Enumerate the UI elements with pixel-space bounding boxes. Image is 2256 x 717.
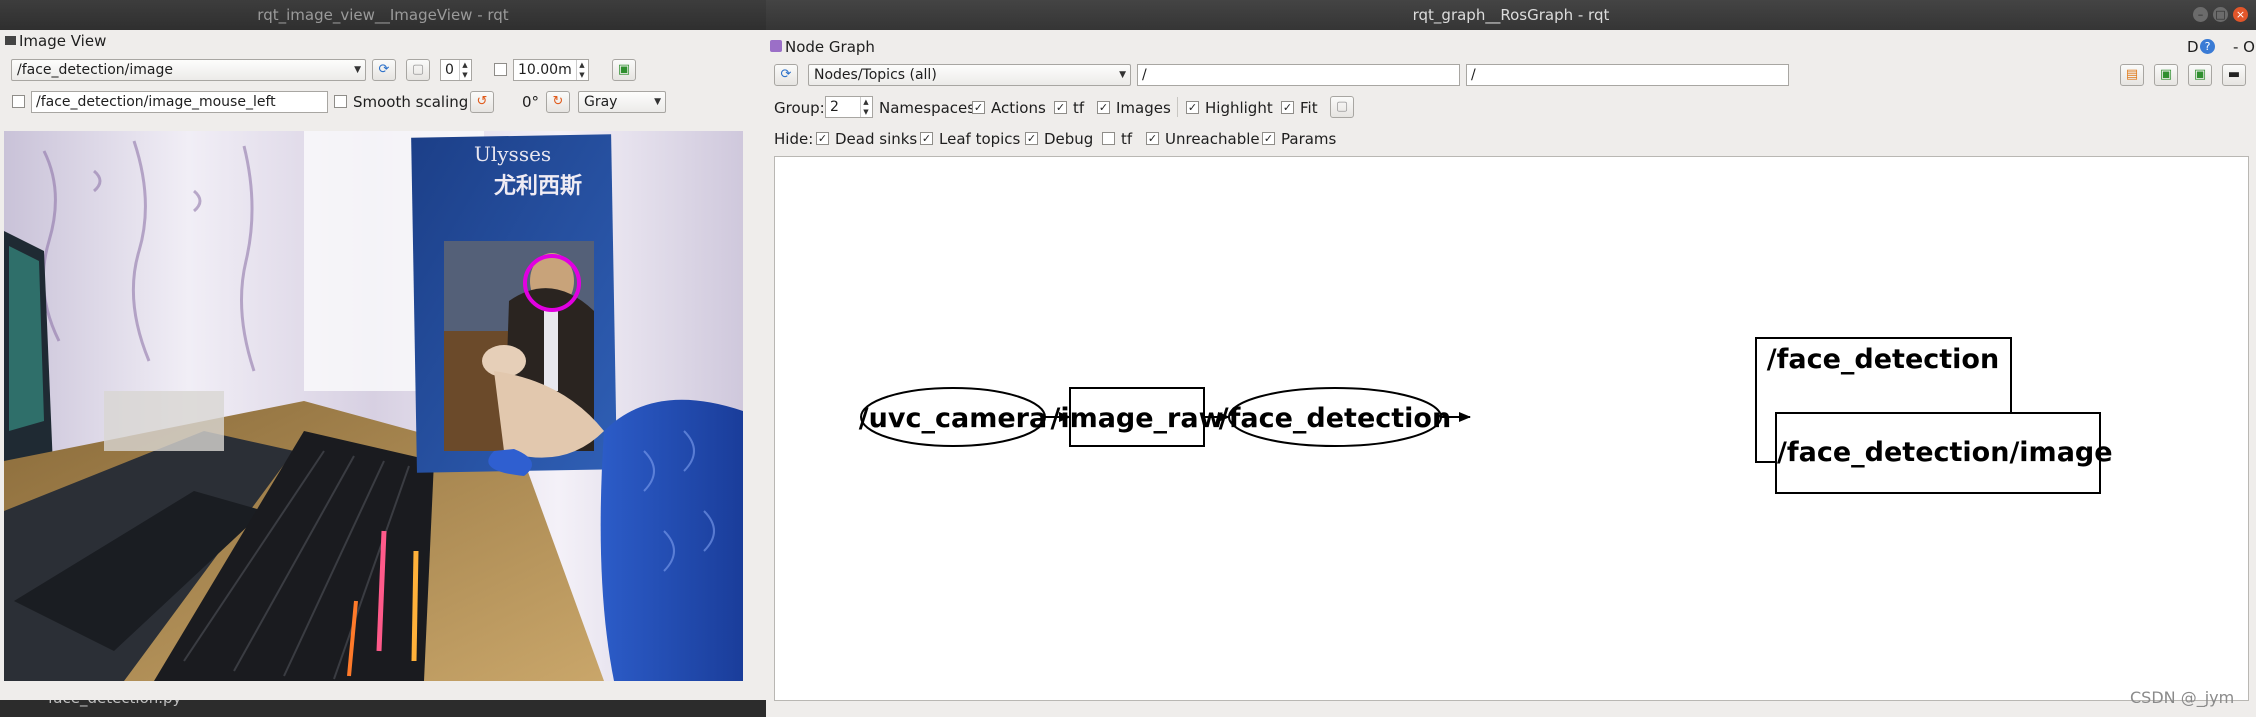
node-uvc-camera-label: /uvc_camera [859, 403, 1047, 434]
group-spinbox[interactable]: 2 ▲ ▼ [825, 96, 873, 118]
rotate-left-button[interactable]: ↺ [470, 91, 494, 113]
camera-image-drawing: Ulysses 尤利西斯 [4, 131, 743, 681]
minimize-window-button[interactable]: – [2193, 7, 2208, 22]
topic-select[interactable]: /face_detection/image ▼ [11, 59, 366, 81]
image-view-window: rqt_image_view__ImageView - rqt Image Vi… [0, 0, 766, 700]
image-view-titlebar[interactable]: rqt_image_view__ImageView - rqt [0, 0, 766, 30]
highlight-checkbox[interactable]: ✓ [1186, 101, 1199, 114]
node-graph-panel-title: Node Graph [785, 38, 875, 56]
hide-tf-label: tf [1121, 130, 1133, 148]
actions-checkbox[interactable]: ✓ [972, 101, 985, 114]
namespace-cluster-label: /face_detection [1767, 344, 1999, 375]
unreachable-checkbox[interactable]: ✓ [1146, 132, 1159, 145]
chevron-down-icon: ▼ [1119, 70, 1126, 80]
leaf-topics-label: Leaf topics [939, 130, 1021, 148]
save-image-button[interactable]: ▣ [612, 59, 636, 81]
spin-arrows-icon: ▲ ▼ [576, 60, 587, 80]
highlight-label: Highlight [1205, 99, 1273, 117]
debug-checkbox[interactable]: ✓ [1025, 132, 1038, 145]
svg-text:尤利西斯: 尤利西斯 [494, 173, 582, 199]
tf-label: tf [1073, 99, 1085, 117]
distance-checkbox[interactable] [494, 63, 507, 76]
smooth-scaling-checkbox[interactable] [334, 95, 347, 108]
distance-spinbox[interactable]: 10.00m ▲ ▼ [513, 59, 589, 81]
node-filter-input[interactable]: / [1137, 64, 1460, 86]
svg-text:Ulysses: Ulysses [474, 142, 551, 166]
refresh-icon: ⟳ [780, 67, 792, 82]
node-graph-icon [770, 40, 782, 52]
save-image-button[interactable]: ▬ [2222, 64, 2246, 86]
save-dot-icon: ▣ [2159, 67, 2173, 82]
graph-type-select[interactable]: Nodes/Topics (all) ▼ [808, 64, 1131, 86]
panel-icon [5, 36, 16, 45]
save-svg-icon: ▣ [2193, 67, 2207, 82]
camera-image[interactable]: Ulysses 尤利西斯 [4, 131, 743, 681]
rotation-label: 0° [522, 93, 540, 111]
save-image-icon: ▣ [617, 62, 631, 77]
fit-checkbox[interactable]: ✓ [1281, 101, 1294, 114]
refresh-graph-button[interactable]: ⟳ [774, 64, 798, 86]
unreachable-label: Unreachable [1165, 130, 1260, 148]
mouse-topic-input[interactable]: /face_detection/image_mouse_left [31, 91, 328, 113]
fit-view-icon: ▢ [1335, 99, 1349, 114]
spin-arrows-icon: ▲ ▼ [860, 97, 871, 117]
hide-tf-checkbox[interactable] [1102, 132, 1115, 145]
topic-filter-input[interactable]: / [1466, 64, 1789, 86]
topic-image-raw-label: /image_raw [1050, 403, 1223, 434]
save-svg-button[interactable]: ▣ [2188, 64, 2212, 86]
color-scheme-select[interactable]: Gray ▼ [578, 91, 666, 113]
spin-arrows-icon: ▲ ▼ [459, 60, 470, 80]
fit-label: Fit [1300, 99, 1318, 117]
refresh-topics-button[interactable]: ⟳ [372, 59, 396, 81]
chevron-down-icon: ▼ [654, 97, 661, 107]
group-label: Group: [774, 99, 825, 117]
rosgraph-titlebar[interactable]: rqt_graph__RosGraph - rqt [766, 0, 2256, 30]
watermark: CSDN @_jym [2130, 688, 2235, 707]
load-dot-button[interactable]: ▤ [2120, 64, 2144, 86]
tf-checkbox[interactable]: ✓ [1054, 101, 1067, 114]
number-spinbox[interactable]: 0 ▲ ▼ [440, 59, 472, 81]
image-view-panel-title: Image View [19, 32, 107, 50]
actions-label: Actions [991, 99, 1046, 117]
rotate-left-icon: ↺ [476, 94, 488, 109]
maximize-window-button[interactable]: □ [2213, 7, 2228, 22]
dead-sinks-checkbox[interactable]: ✓ [816, 132, 829, 145]
close-window-button[interactable]: × [2233, 7, 2248, 22]
topic-face-detection-image-label: /face_detection/image [1777, 437, 2113, 468]
refresh-icon: ⟳ [378, 62, 390, 77]
images-label: Images [1116, 99, 1171, 117]
zoom-button[interactable]: ▢ [406, 59, 430, 81]
node-face-detection-label: /face_detection [1219, 403, 1451, 434]
rotate-right-icon: ↻ [552, 94, 564, 109]
panel-corner-buttons[interactable]: - O [2233, 37, 2255, 57]
namespaces-label: Namespaces [879, 99, 976, 117]
panel-corner-label: D [2187, 38, 2199, 56]
topic-face-detection-image[interactable]: /face_detection/image [1775, 412, 2113, 494]
help-icon[interactable]: ? [2200, 39, 2215, 54]
mouse-publish-checkbox[interactable] [12, 95, 25, 108]
chevron-down-icon: ▼ [354, 65, 361, 75]
dead-sinks-label: Dead sinks [835, 130, 918, 148]
leaf-topics-checkbox[interactable]: ✓ [920, 132, 933, 145]
images-checkbox[interactable]: ✓ [1097, 101, 1110, 114]
params-label: Params [1281, 130, 1337, 148]
toolbar-separator [1177, 97, 1178, 117]
folder-icon: ▤ [2125, 67, 2139, 82]
smooth-scaling-label: Smooth scaling [353, 93, 469, 111]
fit-view-button[interactable]: ▢ [1330, 96, 1354, 118]
params-checkbox[interactable]: ✓ [1262, 132, 1275, 145]
rotate-right-button[interactable]: ↻ [546, 91, 570, 113]
hide-label: Hide: [774, 130, 814, 148]
debug-label: Debug [1044, 130, 1094, 148]
save-dot-button[interactable]: ▣ [2154, 64, 2178, 86]
screen-icon: ▬ [2227, 67, 2241, 82]
window-controls: – □ × [2193, 7, 2248, 22]
zoom-icon: ▢ [411, 62, 425, 77]
